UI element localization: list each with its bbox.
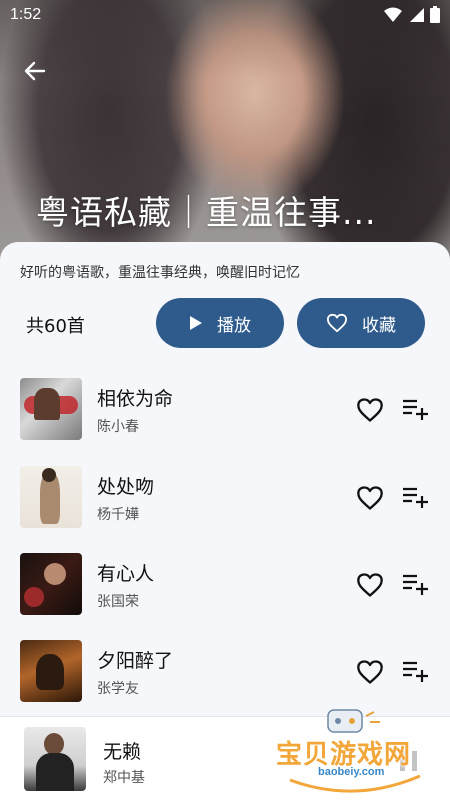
status-icons	[384, 6, 440, 23]
wifi-icon	[384, 7, 402, 22]
battery-icon	[430, 6, 440, 23]
song-title: 夕阳醉了	[97, 650, 174, 672]
song-artist: 张国荣	[97, 594, 139, 610]
back-arrow-icon[interactable]	[20, 56, 50, 86]
now-playing-cover	[24, 727, 86, 791]
heart-icon	[326, 313, 347, 333]
play-all-button[interactable]: 播放	[156, 298, 284, 348]
now-playing-artist: 郑中基	[103, 770, 145, 786]
song-row[interactable]: 处处吻 杨千嬅	[0, 466, 450, 548]
heart-icon[interactable]	[356, 658, 384, 686]
song-title: 处处吻	[97, 476, 155, 498]
song-artist: 杨千嬅	[97, 507, 139, 523]
status-bar: 1:52	[0, 0, 450, 32]
playlist-description: 好听的粤语歌，重温往事经典，唤醒旧时记忆	[20, 265, 300, 281]
song-title: 有心人	[97, 563, 155, 585]
song-cover	[20, 640, 82, 702]
song-count: 共60首	[26, 316, 85, 337]
favorite-button[interactable]: 收藏	[297, 298, 425, 348]
playlist-title: 粤语私藏｜重温往事...	[36, 193, 377, 232]
playlist-add-icon[interactable]	[402, 398, 430, 422]
song-cover	[20, 553, 82, 615]
playlist-add-icon[interactable]	[402, 486, 430, 510]
watermark-url: baobeiy.com	[318, 766, 385, 778]
status-time: 1:52	[10, 6, 42, 23]
song-artist: 张学友	[97, 681, 139, 697]
play-label: 播放	[217, 315, 251, 336]
signal-icon	[410, 7, 424, 22]
heart-icon[interactable]	[356, 484, 384, 512]
favorite-label: 收藏	[362, 315, 396, 336]
heart-icon[interactable]	[356, 571, 384, 599]
play-icon	[190, 316, 202, 330]
song-row[interactable]: 相依为命 陈小春	[0, 378, 450, 460]
song-cover	[20, 466, 82, 528]
playlist-add-icon[interactable]	[402, 573, 430, 597]
song-artist: 陈小春	[97, 419, 139, 435]
heart-icon[interactable]	[356, 396, 384, 424]
song-cover	[20, 378, 82, 440]
song-title: 相依为命	[97, 388, 174, 410]
now-playing-title: 无赖	[103, 741, 142, 763]
song-row[interactable]: 有心人 张国荣	[0, 553, 450, 635]
playlist-add-icon[interactable]	[402, 660, 430, 684]
